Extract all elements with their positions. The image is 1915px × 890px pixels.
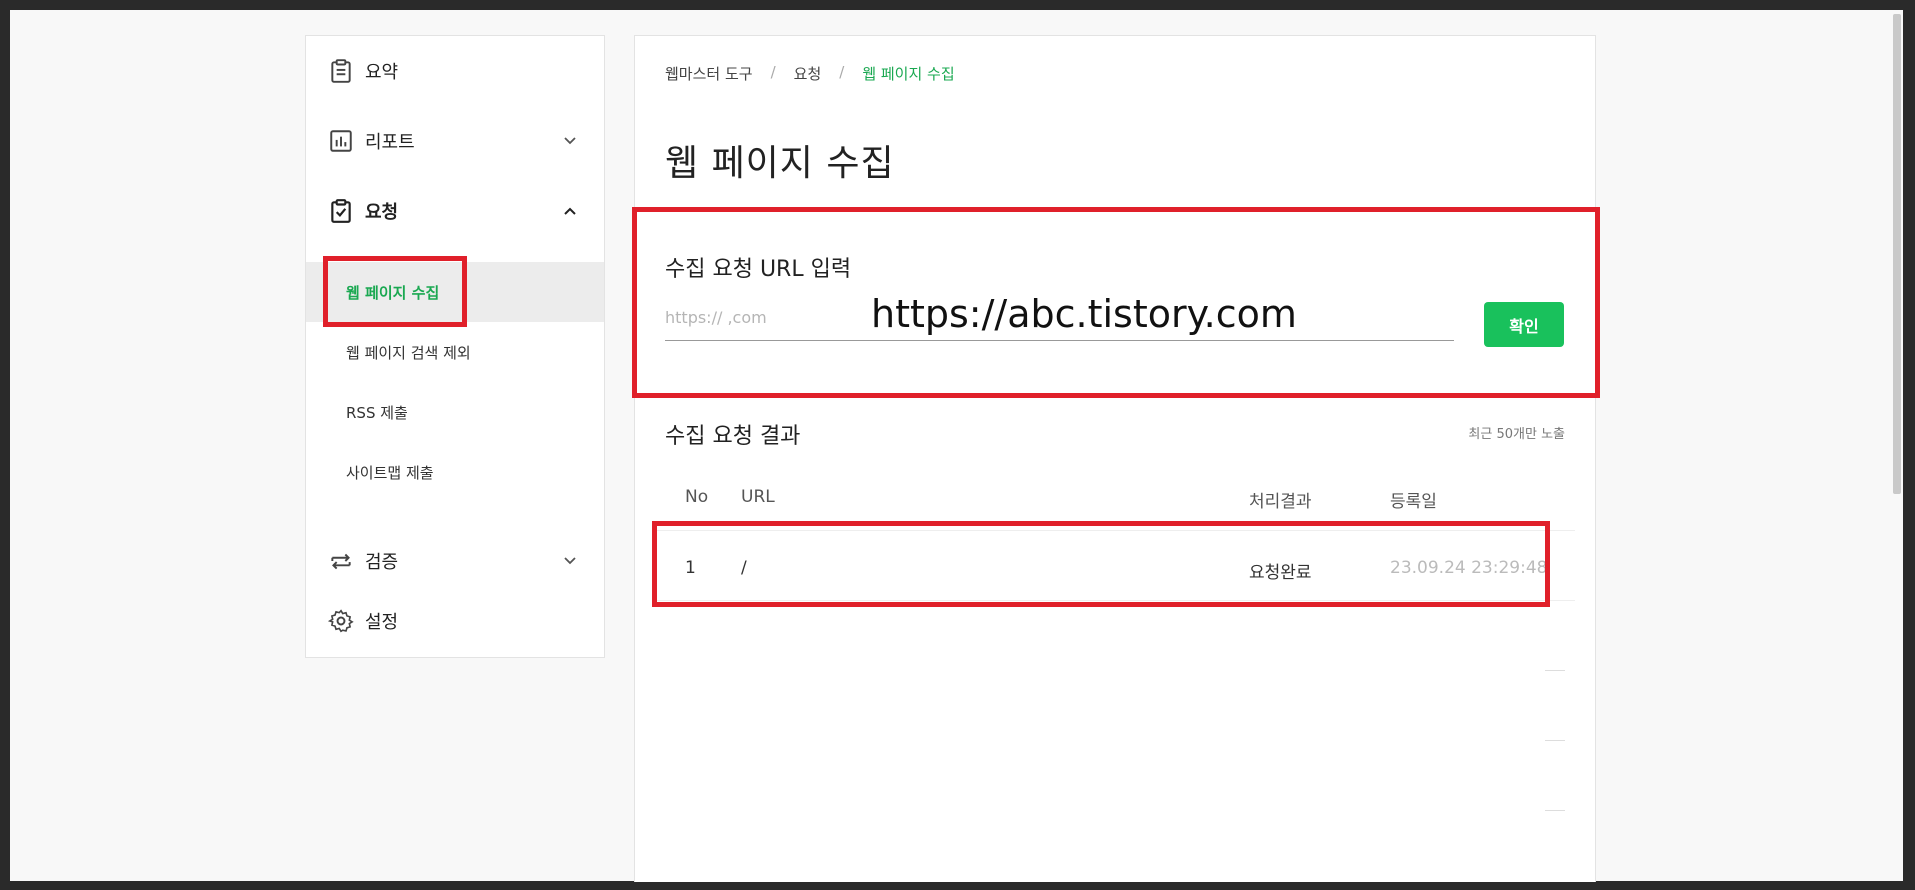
row-no: 1 [685,558,696,578]
nav-item-report[interactable]: 리포트 [306,106,604,176]
url-input-label: 수집 요청 URL 입력 [665,257,852,282]
breadcrumb-webmaster-tools[interactable]: 웹마스터 도구 [665,63,753,84]
repeat-arrows-icon [331,553,351,570]
breadcrumb-request[interactable]: 요청 [794,63,822,84]
empty-row-divider [1545,810,1565,811]
row-divider [655,600,1575,601]
sub-item-web-page-collect[interactable]: 웹 페이지 수집 [306,262,604,322]
nav-label-request: 요청 [365,202,399,223]
empty-row-divider [1545,740,1565,741]
chevron-up-icon [564,207,576,215]
column-header-no: No [685,487,709,507]
breadcrumb-current: 웹 페이지 수집 [862,65,955,83]
column-header-url: URL [741,487,775,507]
nav-label-summary: 요약 [365,62,399,83]
url-input-value: https://abc.tistory.com [871,292,1297,336]
sub-label-web-page-collect: 웹 페이지 수집 [346,283,440,302]
scrollbar[interactable] [1893,14,1901,494]
empty-row-divider [1545,670,1565,671]
sub-label-web-page-exclude: 웹 페이지 검색 제외 [346,343,471,362]
nav-item-settings[interactable]: 설정 [306,586,604,656]
row-status: 요청완료 [1249,563,1312,583]
breadcrumb-separator: / [770,63,776,81]
confirm-button[interactable]: 확인 [1484,302,1564,347]
sub-label-rss-submit: RSS 제출 [346,403,408,422]
sub-item-web-page-exclude[interactable]: 웹 페이지 검색 제외 [306,322,604,382]
nav-label-report: 리포트 [365,132,415,153]
row-divider [655,530,1575,531]
sub-label-sitemap-submit: 사이트맵 제출 [346,463,434,482]
column-header-date: 등록일 [1390,492,1437,512]
page-title: 웹 페이지 수집 [665,143,895,184]
chevron-down-icon [564,557,576,565]
nav-label-settings: 설정 [365,612,399,633]
breadcrumb-separator: / [839,63,845,81]
url-input[interactable]: https:// ,com https://abc.tistory.com [665,292,1454,341]
row-date: 23.09.24 23:29:48 [1390,558,1548,578]
results-title: 수집 요청 결과 [665,424,801,449]
clipboard-check-icon [331,199,351,223]
results-note: 최근 50개만 노출 [1468,427,1565,442]
sidebar: 요약 리포트 요청 웹 페이지 수집 웹 페이지 검색 제외 RSS 제출 사이… [305,35,605,658]
url-input-placeholder: https:// ,com [665,308,767,327]
clipboard-list-icon [331,59,351,83]
chevron-down-icon [564,137,576,145]
sub-item-rss-submit[interactable]: RSS 제출 [306,382,604,442]
nav-item-summary[interactable]: 요약 [306,36,604,106]
main-panel: 웹마스터 도구 / 요청 / 웹 페이지 수집 웹 페이지 수집 수집 요청 U… [634,35,1596,882]
bar-chart-icon [330,130,352,152]
gear-icon [328,609,354,633]
sub-item-sitemap-submit[interactable]: 사이트맵 제출 [306,442,604,502]
row-url[interactable]: / [741,558,747,578]
nav-label-verify: 검증 [365,552,399,573]
breadcrumb: 웹마스터 도구 / 요청 / 웹 페이지 수집 [665,63,955,84]
nav-item-request[interactable]: 요청 [306,176,604,246]
column-header-status: 처리결과 [1249,492,1312,512]
